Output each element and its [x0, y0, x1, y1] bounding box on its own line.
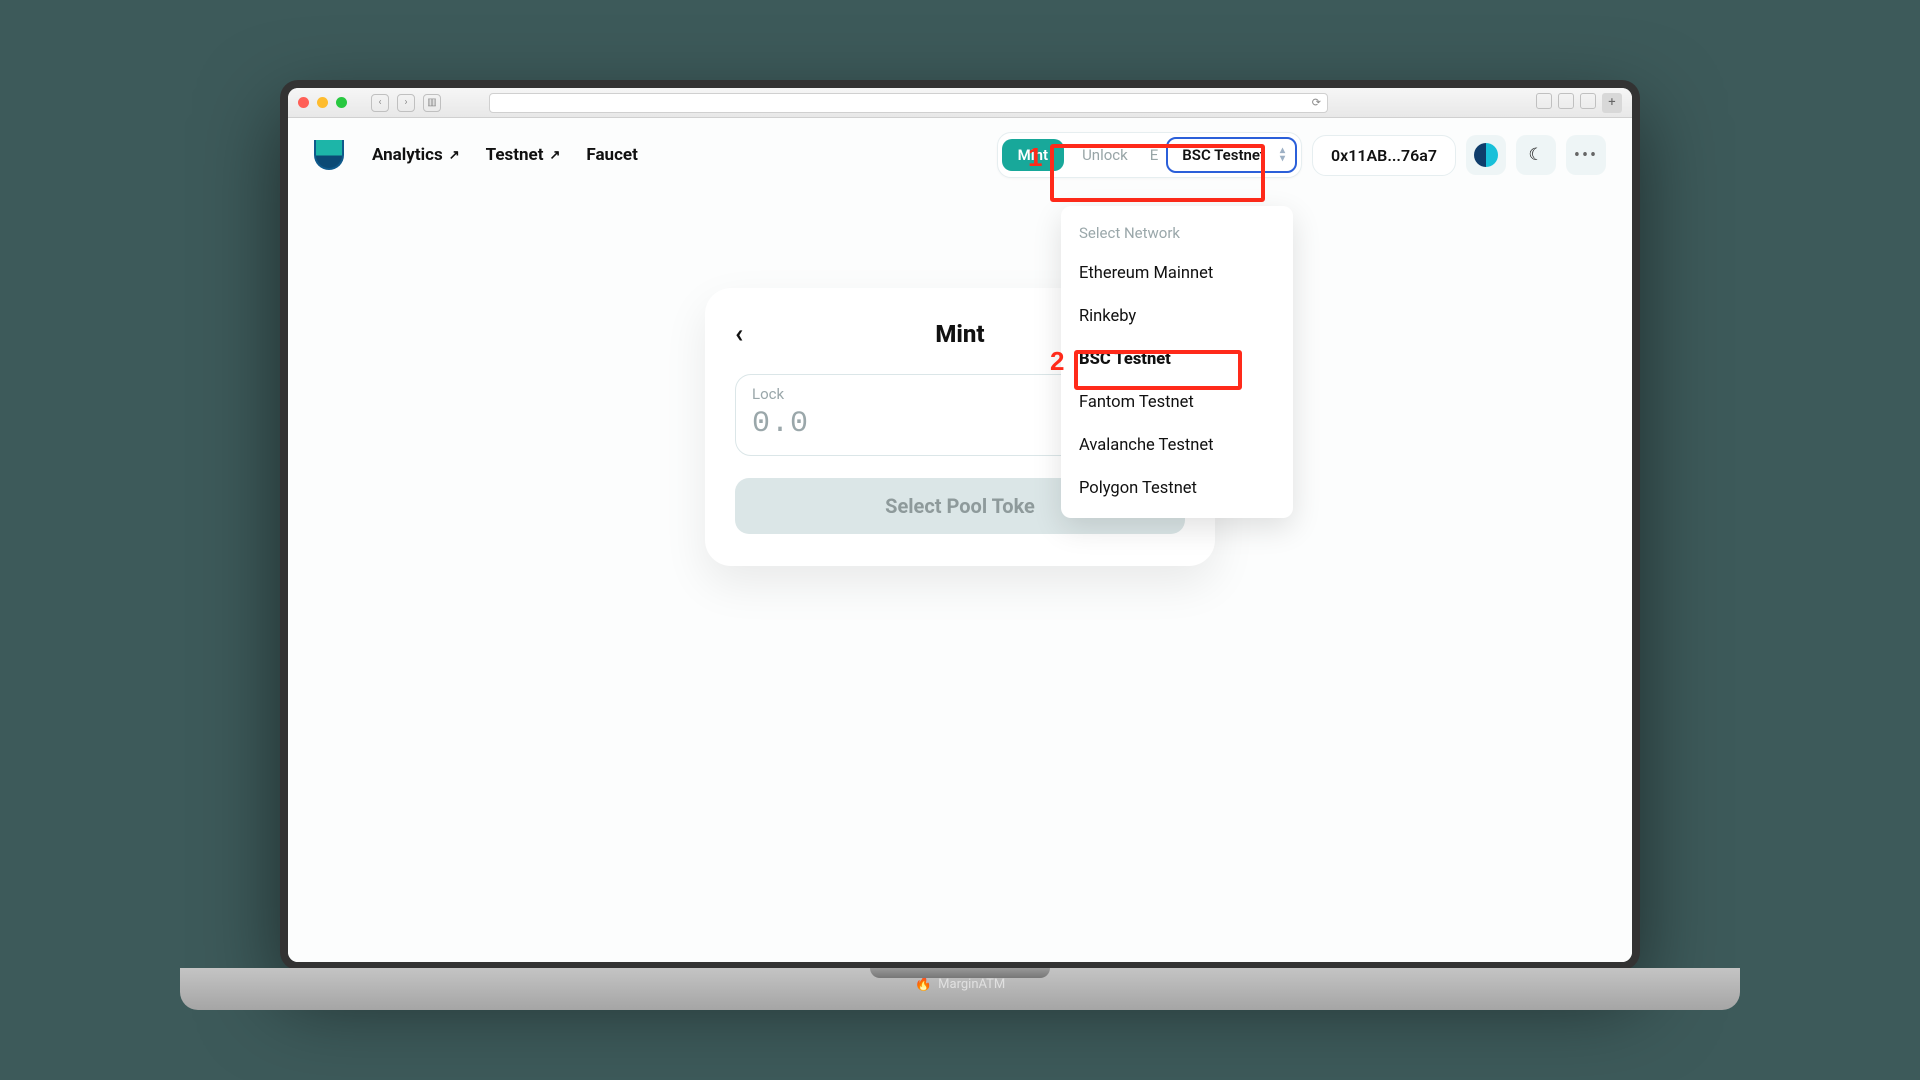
network-selector[interactable]: BSC Testnet ▴▾: [1166, 137, 1297, 173]
laptop-brand: 🔥 MarginATM: [915, 976, 1006, 992]
refresh-icon[interactable]: ⟳: [1312, 96, 1321, 109]
app-logo-icon[interactable]: [314, 140, 344, 170]
chevron-updown-icon: ▴▾: [1280, 147, 1285, 163]
nav-analytics[interactable]: Analytics ↗: [372, 145, 460, 165]
unlock-button[interactable]: Unlock: [1068, 139, 1142, 171]
main-nav: Analytics ↗ Testnet ↗ Faucet: [372, 145, 638, 165]
copy-icon[interactable]: [1580, 93, 1596, 109]
browser-window: ‹ › ▥ ⟳ + Analytics: [288, 88, 1632, 962]
flame-icon: 🔥: [915, 976, 932, 992]
window-close-icon[interactable]: [298, 97, 309, 108]
window-minimize-icon[interactable]: [317, 97, 328, 108]
brand-label: MarginATM: [938, 977, 1005, 992]
browser-chrome: ‹ › ▥ ⟳ +: [288, 88, 1632, 118]
truncated-label: E: [1146, 146, 1163, 164]
dropdown-header: Select Network: [1061, 216, 1293, 252]
external-link-icon: ↗: [449, 148, 460, 163]
token-icon: [1474, 143, 1498, 167]
ellipsis-icon: •••: [1574, 145, 1598, 166]
browser-sidebar-button[interactable]: ▥: [423, 94, 441, 112]
network-dropdown: Select Network Ethereum Mainnet Rinkeby …: [1061, 206, 1293, 518]
new-tab-button[interactable]: +: [1602, 93, 1622, 113]
network-option-fantom-testnet[interactable]: Fantom Testnet: [1061, 381, 1293, 424]
app-root: Analytics ↗ Testnet ↗ Faucet: [288, 118, 1632, 962]
dark-mode-toggle[interactable]: ☾: [1516, 135, 1556, 175]
moon-icon: ☾: [1528, 145, 1543, 165]
nav-label: Analytics: [372, 145, 443, 165]
token-button[interactable]: [1466, 135, 1506, 175]
nav-label: Testnet: [486, 145, 544, 165]
external-link-icon: ↗: [550, 148, 561, 163]
nav-faucet[interactable]: Faucet: [586, 145, 637, 165]
window-maximize-icon[interactable]: [336, 97, 347, 108]
annotation-number-1: 1: [1028, 142, 1042, 173]
shield-icon[interactable]: [1536, 93, 1552, 109]
back-button[interactable]: ‹: [735, 319, 743, 349]
wallet-address[interactable]: 0x11AB...76a7: [1312, 135, 1456, 176]
browser-forward-button[interactable]: ›: [397, 94, 415, 112]
nav-label: Faucet: [586, 145, 637, 165]
laptop-notch: [870, 968, 1050, 978]
nav-testnet[interactable]: Testnet ↗: [486, 145, 561, 165]
url-bar[interactable]: ⟳: [489, 93, 1328, 113]
lock-amount-input[interactable]: 0.0: [752, 407, 809, 441]
more-menu-button[interactable]: •••: [1566, 135, 1606, 175]
laptop-screen: ‹ › ▥ ⟳ + Analytics: [280, 80, 1640, 970]
lock-label: Lock: [752, 385, 809, 403]
app-header: Analytics ↗ Testnet ↗ Faucet: [288, 118, 1632, 192]
browser-back-button[interactable]: ‹: [371, 94, 389, 112]
network-option-rinkeby[interactable]: Rinkeby: [1061, 295, 1293, 338]
network-option-avalanche-testnet[interactable]: Avalanche Testnet: [1061, 424, 1293, 467]
share-icon[interactable]: [1558, 93, 1574, 109]
annotation-number-2: 2: [1050, 346, 1064, 377]
laptop-frame: ‹ › ▥ ⟳ + Analytics: [180, 40, 1740, 1040]
network-option-polygon-testnet[interactable]: Polygon Testnet: [1061, 467, 1293, 510]
network-selected-label: BSC Testnet: [1182, 146, 1265, 164]
card-title: Mint: [935, 320, 984, 348]
header-right: Mint Unlock E BSC Testnet ▴▾ 0x11AB...76…: [997, 132, 1606, 178]
network-option-bsc-testnet[interactable]: BSC Testnet: [1061, 338, 1293, 381]
browser-right-controls: +: [1536, 93, 1622, 113]
network-option-ethereum-mainnet[interactable]: Ethereum Mainnet: [1061, 252, 1293, 295]
